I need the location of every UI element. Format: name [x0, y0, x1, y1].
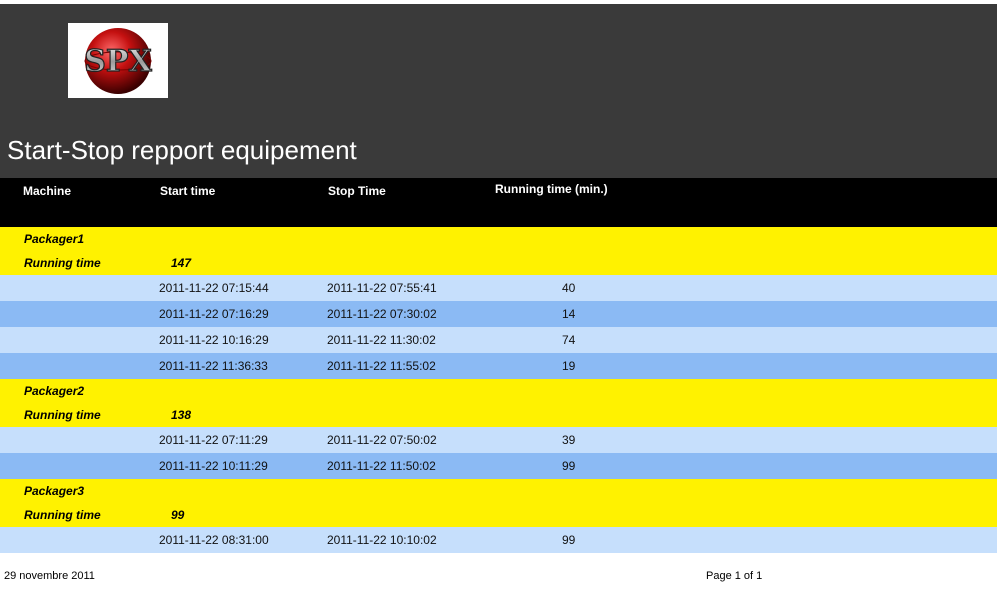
report-title: Start-Stop repport equipement	[7, 135, 357, 165]
footer-page-number: Page 1 of 1	[706, 570, 763, 582]
column-header-running-time: Running time (min.)	[495, 182, 608, 196]
table-row: 2011-11-22 07:16:29 2011-11-22 07:30:02 14	[0, 301, 997, 327]
table-row: 2011-11-22 10:16:29 2011-11-22 11:30:02 74	[0, 327, 997, 353]
running-time-label: Running time	[24, 508, 101, 522]
stop-time-cell: 2011-11-22 11:55:02	[327, 359, 436, 373]
stop-time-cell: 2011-11-22 07:30:02	[327, 307, 437, 321]
stop-time-cell: 2011-11-22 11:30:02	[327, 333, 436, 347]
running-minutes-cell: 40	[562, 281, 576, 295]
start-time-cell: 2011-11-22 11:36:33	[159, 359, 268, 373]
running-minutes-cell: 99	[562, 459, 576, 473]
report-header: SPX Start-Stop repport equipement	[0, 4, 997, 178]
machine-name: Packager2	[24, 384, 85, 398]
group-total-row: Running time 138	[0, 403, 997, 427]
start-time-cell: 2011-11-22 07:16:29	[159, 307, 269, 321]
footer-date: 29 novembre 2011	[4, 570, 95, 582]
running-time-label: Running time	[24, 256, 101, 270]
table-row: 2011-11-22 07:15:44 2011-11-22 07:55:41 40	[0, 275, 997, 301]
column-header-start-time: Start time	[160, 184, 216, 198]
machine-name: Packager3	[24, 484, 85, 498]
group-title-row: Packager1	[0, 227, 997, 251]
svg-text:SPX: SPX	[84, 44, 152, 79]
group-total-row: Running time 147	[0, 251, 997, 275]
table-row: 2011-11-22 07:11:29 2011-11-22 07:50:02 39	[0, 427, 997, 453]
running-minutes-cell: 74	[562, 333, 576, 347]
group-title-row: Packager2	[0, 379, 997, 403]
group-title-row: Packager3	[0, 479, 997, 503]
group-total-row: Running time 99	[0, 503, 997, 527]
stop-time-cell: 2011-11-22 10:10:02	[327, 533, 437, 547]
table-row: 2011-11-22 08:31:00 2011-11-22 10:10:02 99	[0, 527, 997, 553]
running-minutes-cell: 99	[562, 533, 576, 547]
start-time-cell: 2011-11-22 07:15:44	[159, 281, 269, 295]
start-time-cell: 2011-11-22 08:31:00	[159, 533, 269, 547]
machine-name: Packager1	[24, 232, 85, 246]
running-minutes-cell: 39	[562, 433, 576, 447]
column-header-machine: Machine	[23, 184, 72, 198]
stop-time-cell: 2011-11-22 11:50:02	[327, 459, 436, 473]
stop-time-cell: 2011-11-22 07:50:02	[327, 433, 437, 447]
column-header-stop-time: Stop Time	[328, 184, 386, 198]
start-time-cell: 2011-11-22 10:16:29	[159, 333, 269, 347]
stop-time-cell: 2011-11-22 07:55:41	[327, 281, 437, 295]
running-time-total: 99	[171, 508, 185, 522]
running-time-label: Running time	[24, 408, 101, 422]
running-minutes-cell: 14	[562, 307, 576, 321]
start-time-cell: 2011-11-22 10:11:29	[159, 459, 268, 473]
spx-logo: SPX	[68, 23, 168, 98]
table-row: 2011-11-22 11:36:33 2011-11-22 11:55:02 19	[0, 353, 997, 379]
running-minutes-cell: 19	[562, 359, 576, 373]
running-time-total: 138	[171, 408, 192, 422]
column-header-row: Machine Start time Stop Time Running tim…	[0, 178, 997, 227]
start-time-cell: 2011-11-22 07:11:29	[159, 433, 268, 447]
running-time-total: 147	[171, 256, 192, 270]
table-row: 2011-11-22 10:11:29 2011-11-22 11:50:02 99	[0, 453, 997, 479]
report-table-body: Packager1 Running time 147 2011-11-22 07:15…	[0, 227, 997, 553]
